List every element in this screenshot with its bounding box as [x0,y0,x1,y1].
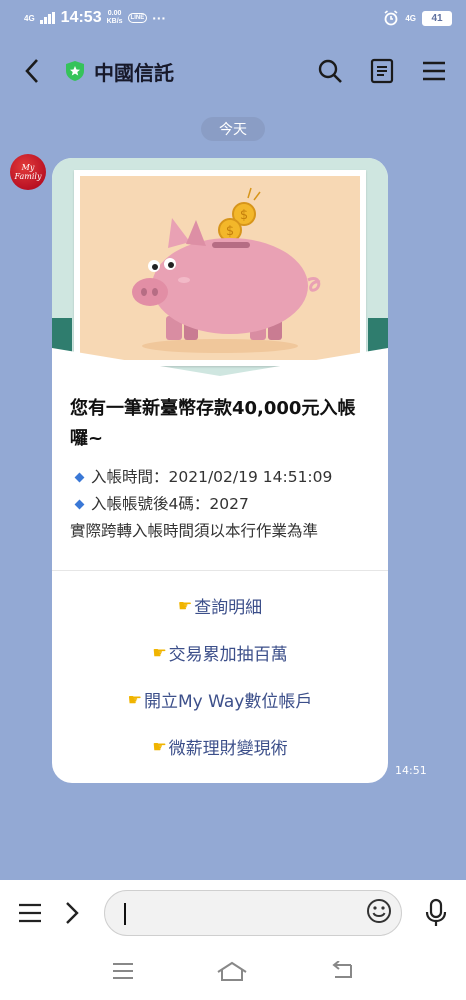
back-button[interactable] [18,57,46,85]
more-notifications-icon: ··· [152,10,167,26]
message-title: 您有一筆新臺幣存款40,000元入帳囉~ [70,398,356,449]
status-bar: 4G 14:53 0.00 KB/s LINE ··· 4G 41 [0,0,466,36]
recent-apps-icon [112,963,133,979]
info-row: 入帳帳號後4碼：2027 [70,491,370,518]
net-speed-unit: KB/s [106,18,123,25]
bullet-diamond-icon [74,499,85,510]
clock: 14:53 [60,9,102,26]
alarm-icon [384,10,398,26]
action-lottery[interactable]: ☛ 交易累加抽百萬 [52,629,388,676]
voice-button[interactable] [420,897,452,929]
date-label: 今天 [219,122,247,138]
home-icon [217,961,247,981]
menu-toggle-button[interactable] [14,897,46,929]
pointing-hand-icon: ☛ [152,643,167,662]
net-speed: 0.00 KB/s [107,10,123,26]
message-card: $ $ 您有一筆新臺幣存款40,000元入帳囉~ 入帳時間：2021/02/19… [52,158,388,783]
action-list: ☛ 查詢明細 ☛ 交易累加抽百萬 ☛ 開立My Way數位帳戶 ☛ 微薪理財變現… [52,582,388,770]
input-bar [0,880,466,946]
menu-button[interactable] [420,57,448,85]
search-icon [318,59,342,83]
message-body: 您有一筆新臺幣存款40,000元入帳囉~ 入帳時間：2021/02/19 14:… [52,376,388,545]
back-arrow-icon [332,960,353,978]
card-hero-image[interactable]: $ $ [52,158,388,398]
chat-title-group[interactable]: 中國信託 [64,57,174,86]
notes-button[interactable] [368,57,396,85]
menu-icon [19,903,41,923]
divider [52,570,388,571]
verified-shield-icon [66,61,84,81]
deposit-time: 入帳時間：2021/02/19 14:51:09 [91,468,333,486]
network-type-right: 4G [405,13,416,23]
chat-header: 中國信託 [0,36,466,106]
network-type: 4G [24,13,35,23]
message-info: 入帳時間：2021/02/19 14:51:09 入帳帳號後4碼：2027 實際… [52,454,388,545]
action-label: 開立My Way數位帳戶 [144,692,313,712]
svg-text:$: $ [240,208,248,223]
message-note: 實際跨轉入帳時間須以本行作業為準 [70,522,319,540]
chevron-right-icon [66,902,79,924]
action-label: 查詢明細 [194,598,263,618]
account-last-digits: 入帳帳號後4碼：2027 [91,495,249,513]
emoji-icon[interactable] [366,898,392,924]
pointing-hand-icon: ☛ [152,737,167,756]
battery-level: 41 [431,12,443,24]
page-title: 中國信託 [94,60,174,85]
message-timestamp: 14:51 [395,764,427,777]
microphone-icon [425,898,447,926]
action-open-account[interactable]: ☛ 開立My Way數位帳戶 [52,676,388,723]
coin-icon: $ $ [218,187,261,242]
message-input[interactable] [104,890,402,936]
line-notification-icon: LINE [127,13,148,23]
action-label: 微薪理財變現術 [168,739,288,759]
svg-text:$: $ [226,224,234,239]
action-label: 交易累加抽百萬 [168,645,288,665]
hamburger-menu-icon [423,61,445,81]
date-separator: 今天 [201,117,265,141]
text-cursor [124,903,126,925]
signal-icon [39,12,55,24]
pointing-hand-icon: ☛ [177,596,193,615]
net-speed-value: 0.00 [107,10,122,17]
notes-icon [370,58,394,84]
action-finance-tips[interactable]: ☛ 微薪理財變現術 [52,723,388,770]
back-nav-button[interactable] [329,960,355,985]
system-nav-bar [0,946,466,1000]
home-button[interactable] [216,960,248,986]
info-row: 入帳時間：2021/02/19 14:51:09 [70,464,370,491]
bullet-diamond-icon [74,472,85,483]
recent-apps-button[interactable] [111,962,135,984]
expand-button[interactable] [56,897,88,929]
chevron-left-icon [25,59,38,83]
avatar[interactable]: My Family [10,154,46,190]
search-button[interactable] [316,57,344,85]
battery-icon: 41 [422,10,452,26]
pointing-hand-icon: ☛ [127,690,142,709]
avatar-logo-text: My Family [14,163,42,181]
action-view-details[interactable]: ☛ 查詢明細 [52,582,388,629]
